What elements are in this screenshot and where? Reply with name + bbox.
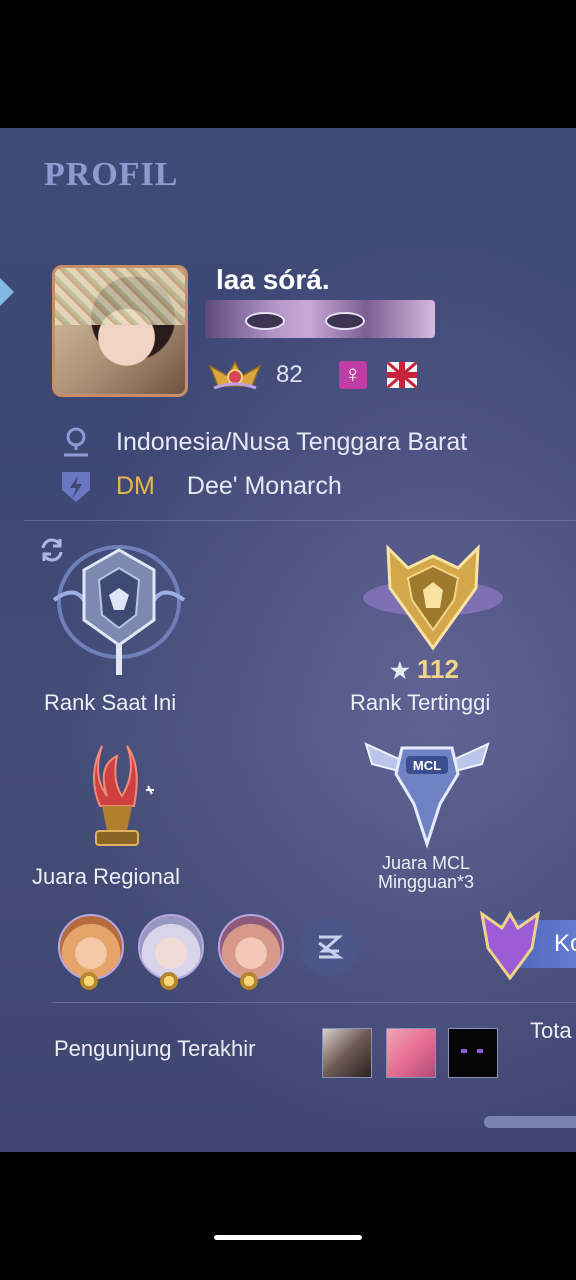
hero-avatar[interactable] xyxy=(218,914,284,980)
location-text: Indonesia/Nusa Tenggara Barat xyxy=(116,427,468,456)
stats-row: 82 ♀ xyxy=(208,358,417,392)
current-rank-label: Rank Saat Ini xyxy=(44,690,177,715)
rank-pill[interactable]: Ko xyxy=(478,908,576,980)
divider xyxy=(52,1002,576,1003)
player-level: 82 xyxy=(276,361,303,388)
squad-tag: DM xyxy=(116,471,155,500)
hero-medal-icon xyxy=(240,972,258,990)
svg-text:MCL: MCL xyxy=(413,758,441,773)
profile-banner xyxy=(205,300,435,338)
regional-champion-label: Juara Regional xyxy=(32,864,180,889)
visitor-avatar[interactable] xyxy=(386,1028,436,1078)
highest-rank-stars: ★ 112 xyxy=(390,654,459,684)
hero-medal-icon xyxy=(160,972,178,990)
visitor-avatar[interactable] xyxy=(448,1028,498,1078)
page-title: PROFIL xyxy=(44,156,179,193)
star-icon: ★ xyxy=(390,658,410,683)
avatar[interactable] xyxy=(52,265,188,397)
profile-screen: PROFIL laa sórá. 82 ♀ Indonesia/Nusa Ten… xyxy=(0,128,576,1152)
level-badge-icon xyxy=(208,358,262,392)
female-gender-icon: ♀ xyxy=(338,361,367,389)
left-arrow-icon[interactable] xyxy=(0,268,14,316)
current-rank-badge-icon[interactable] xyxy=(44,540,194,685)
player-name: laa sórá. xyxy=(216,264,330,295)
location-pin-icon xyxy=(58,424,94,460)
hero-avatar[interactable] xyxy=(138,914,204,980)
squad-name: Dee' Monarch xyxy=(186,471,342,500)
more-heroes-icon[interactable] xyxy=(300,918,358,976)
uk-flag-icon xyxy=(386,362,417,388)
recent-visitors-label: Pengunjung Terakhir xyxy=(54,1036,256,1061)
highest-rank-label: Rank Tertinggi xyxy=(350,690,491,715)
hero-medal-icon xyxy=(80,972,98,990)
mcl-weekly-label: Juara MCL Mingguan*3 xyxy=(377,853,475,892)
hero-avatar[interactable] xyxy=(58,914,124,980)
squad-row[interactable]: DM Dee' Monarch xyxy=(58,468,342,504)
mcl-emblem-icon[interactable]: MCL xyxy=(362,734,492,857)
regional-champion-trophy-icon[interactable] xyxy=(72,736,162,861)
home-indicator[interactable] xyxy=(214,1235,362,1240)
divider xyxy=(24,520,576,521)
total-visitors-label: Tota xyxy=(530,1018,572,1043)
visitor-avatar[interactable] xyxy=(322,1028,372,1078)
scrollbar[interactable] xyxy=(484,1116,576,1128)
location-row: Indonesia/Nusa Tenggara Barat xyxy=(58,424,467,460)
squad-shield-icon xyxy=(58,468,94,504)
highest-rank-badge-icon[interactable] xyxy=(358,538,508,661)
